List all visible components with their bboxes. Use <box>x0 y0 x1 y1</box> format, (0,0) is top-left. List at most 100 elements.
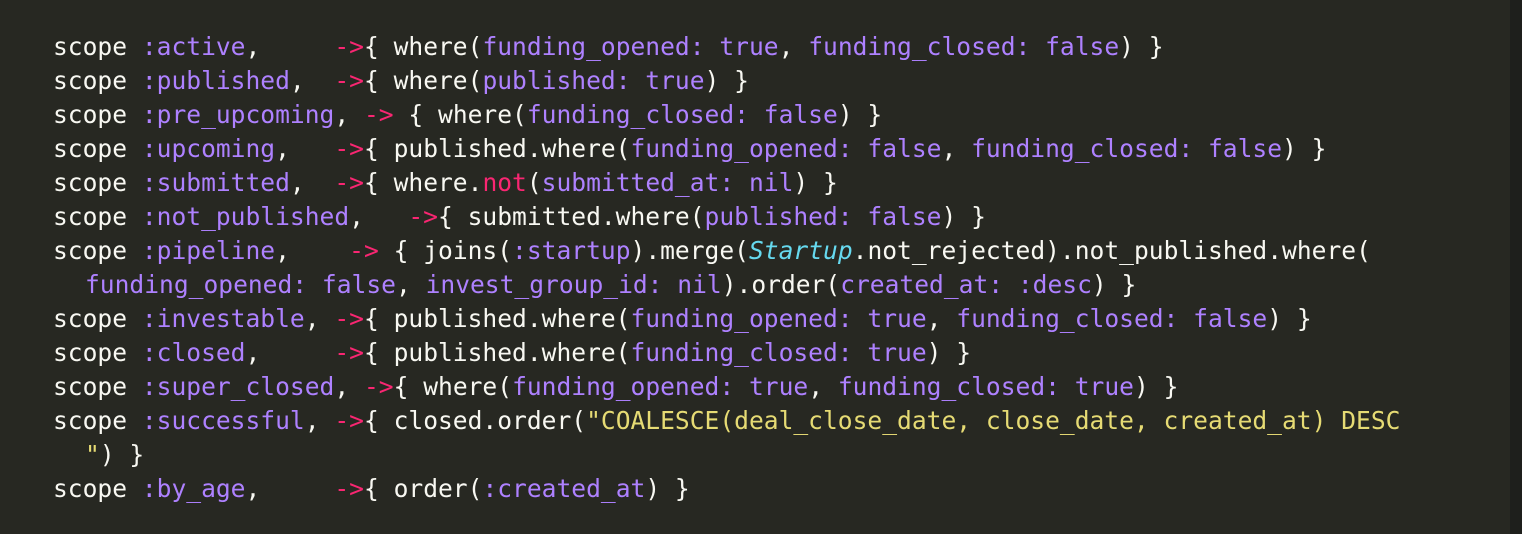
code-token: ) } <box>941 202 986 231</box>
code-token: -> <box>408 202 438 231</box>
code-token: ) } <box>99 440 145 469</box>
code-token: funding_closed: false <box>526 100 838 129</box>
code-token: scope <box>53 32 142 61</box>
code-token: ).merge( <box>630 236 749 265</box>
code-token: , <box>304 406 335 435</box>
code-token: { order( <box>363 474 483 503</box>
code-token: , <box>334 372 364 401</box>
code-token: scope <box>53 406 142 435</box>
code-token: Startup <box>748 236 853 265</box>
code-token: funding_closed: true <box>837 372 1134 401</box>
code-line-7: scope :pipeline, -> { joins(:startup).me… <box>53 234 1513 268</box>
code-token: ) } <box>926 338 972 367</box>
code-token: scope <box>53 100 142 129</box>
code-token: , <box>941 134 972 163</box>
code-token: ).order( <box>721 270 841 299</box>
code-token: -> <box>334 168 364 197</box>
code-token: -> <box>334 474 364 503</box>
code-line-4: scope :upcoming, ->{ published.where(fun… <box>53 132 1513 166</box>
code-token: submitted_at: nil <box>541 168 794 197</box>
code-token: -> <box>334 338 364 367</box>
code-token: :active <box>141 32 246 61</box>
code-token: :investable <box>141 304 305 333</box>
code-token: not <box>482 168 527 197</box>
code-line-7-wrapped: funding_opened: false, invest_group_id: … <box>53 268 1513 302</box>
code-token: { where( <box>363 66 483 95</box>
code-line-10: scope :super_closed, ->{ where(funding_o… <box>53 370 1513 404</box>
code-token: , <box>245 338 335 367</box>
code-token: scope <box>53 66 142 95</box>
code-token: , <box>395 270 426 299</box>
code-token: , <box>289 66 335 95</box>
code-token: , <box>778 32 809 61</box>
code-line-12: scope :by_age, ->{ order(:created_at) } <box>53 472 1513 506</box>
code-token: :submitted <box>141 168 290 197</box>
code-token: scope <box>53 304 142 333</box>
code-token: ) } <box>837 100 883 129</box>
code-token: -> <box>334 66 364 95</box>
code-line-11: scope :successful, ->{ closed.order("COA… <box>53 404 1513 438</box>
code-token: { published.where( <box>363 338 631 367</box>
code-token: published: false <box>704 202 942 231</box>
code-token: scope <box>53 134 142 163</box>
code-token: funding_opened: true <box>512 372 809 401</box>
scrollbar-track[interactable] <box>1510 0 1522 534</box>
code-line-3: scope :pre_upcoming, -> { where(funding_… <box>53 98 1513 132</box>
code-token: , <box>926 304 957 333</box>
code-token: scope <box>53 474 142 503</box>
code-token: -> <box>334 406 364 435</box>
code-token: { where( <box>363 32 483 61</box>
code-token: { published.where( <box>363 134 631 163</box>
code-token: { published.where( <box>363 304 631 333</box>
code-token: :created_at <box>482 474 646 503</box>
code-token: scope <box>53 338 142 367</box>
code-token: -> <box>334 32 364 61</box>
code-line-2: scope :published, ->{ where(published: t… <box>53 64 1513 98</box>
code-line-8: scope :investable, ->{ published.where(f… <box>53 302 1513 336</box>
code-line-9: scope :closed, ->{ published.where(fundi… <box>53 336 1513 370</box>
code-token: :published <box>141 66 290 95</box>
code-editor[interactable]: scope :active, ->{ where(funding_opened:… <box>0 0 1522 534</box>
code-token: funding_closed: false <box>971 134 1283 163</box>
code-token: -> <box>363 372 394 401</box>
code-token: , <box>245 32 335 61</box>
code-token: :successful <box>141 406 305 435</box>
code-token: :closed <box>141 338 246 367</box>
code-token: funding_opened: true <box>482 32 779 61</box>
code-token: ) } <box>793 168 838 197</box>
code-token: , <box>304 304 335 333</box>
code-line-6: scope :not_published, ->{ submitted.wher… <box>53 200 1513 234</box>
code-token: funding_opened: false <box>630 134 942 163</box>
code-token: -> <box>334 304 364 333</box>
code-token: ) } <box>1091 270 1137 299</box>
code-token: funding_closed: false <box>956 304 1268 333</box>
code-token: ) } <box>1133 372 1179 401</box>
code-token: ) } <box>1267 304 1312 333</box>
code-text-area[interactable]: scope :active, ->{ where(funding_opened:… <box>53 30 1513 506</box>
code-token: funding_closed: true <box>630 338 927 367</box>
code-token: :pre_upcoming <box>141 100 335 129</box>
code-token: ) } <box>1282 134 1327 163</box>
code-token: , <box>808 372 838 401</box>
code-token: published: true <box>482 66 705 95</box>
code-token: , <box>289 168 335 197</box>
code-token: { where. <box>363 168 483 197</box>
code-token: :super_closed <box>141 372 335 401</box>
code-token: -> <box>334 134 364 163</box>
code-token: scope <box>53 168 142 197</box>
code-token: { where( <box>393 372 513 401</box>
code-token: :upcoming <box>141 134 276 163</box>
code-token: ) } <box>704 66 749 95</box>
code-token: funding_opened: false <box>85 270 396 299</box>
code-token: ) } <box>1119 32 1164 61</box>
code-token: funding_opened: true <box>630 304 927 333</box>
code-token: :startup <box>512 236 631 265</box>
code-token: :by_age <box>141 474 246 503</box>
code-token: funding_closed: false <box>808 32 1120 61</box>
code-line-1: scope :active, ->{ where(funding_opened:… <box>53 30 1513 64</box>
code-token: , <box>245 474 335 503</box>
code-token: ) } <box>645 474 690 503</box>
code-token: scope <box>53 372 142 401</box>
code-token: :not_published <box>141 202 350 231</box>
code-token: scope <box>53 202 142 231</box>
